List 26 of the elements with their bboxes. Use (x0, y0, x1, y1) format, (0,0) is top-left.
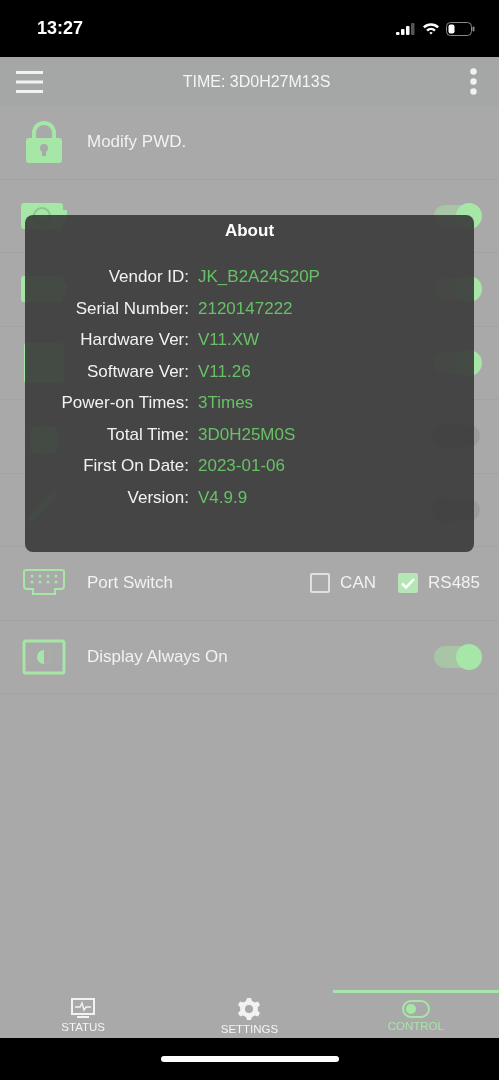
info-label: First On Date: (82, 456, 189, 476)
nav-tab[interactable]: SETTINGS (166, 990, 333, 1038)
info-value: JK_B2A24S20P (198, 267, 321, 287)
header-title: TIME: 3D0H27M13S (182, 72, 331, 91)
info-label: Total Time: (105, 424, 189, 445)
setting-label: Display Always On (87, 646, 229, 667)
info-value: 2023-01-06 (198, 456, 286, 476)
dialog-title: About (224, 221, 275, 241)
info-value: 3Times (198, 393, 255, 413)
info-label: Serial Number: (74, 298, 189, 319)
checkbox-label: CAN (340, 573, 376, 594)
info-label: Vendor ID: (107, 267, 189, 287)
info-label: Hardware Ver: (79, 330, 189, 350)
info-value: 2120147222 (198, 298, 294, 319)
info-value: V11.XW (198, 330, 261, 350)
info-label: Version: (126, 487, 189, 508)
status-time: 13:27 (37, 18, 84, 39)
info-label: Software Ver: (85, 361, 189, 382)
info-value: V4.9.9 (198, 487, 249, 508)
setting-label: Port Switch (87, 573, 174, 594)
setting-label: Modify PWD. (87, 132, 188, 153)
info-value: V11.26 (198, 361, 252, 382)
nav-tab[interactable]: STATUS (0, 990, 167, 1038)
checkbox-label: RS485 (428, 573, 480, 594)
info-value: 3D0H25M0S (198, 424, 297, 445)
info-label: Power-on Times: (60, 393, 189, 413)
